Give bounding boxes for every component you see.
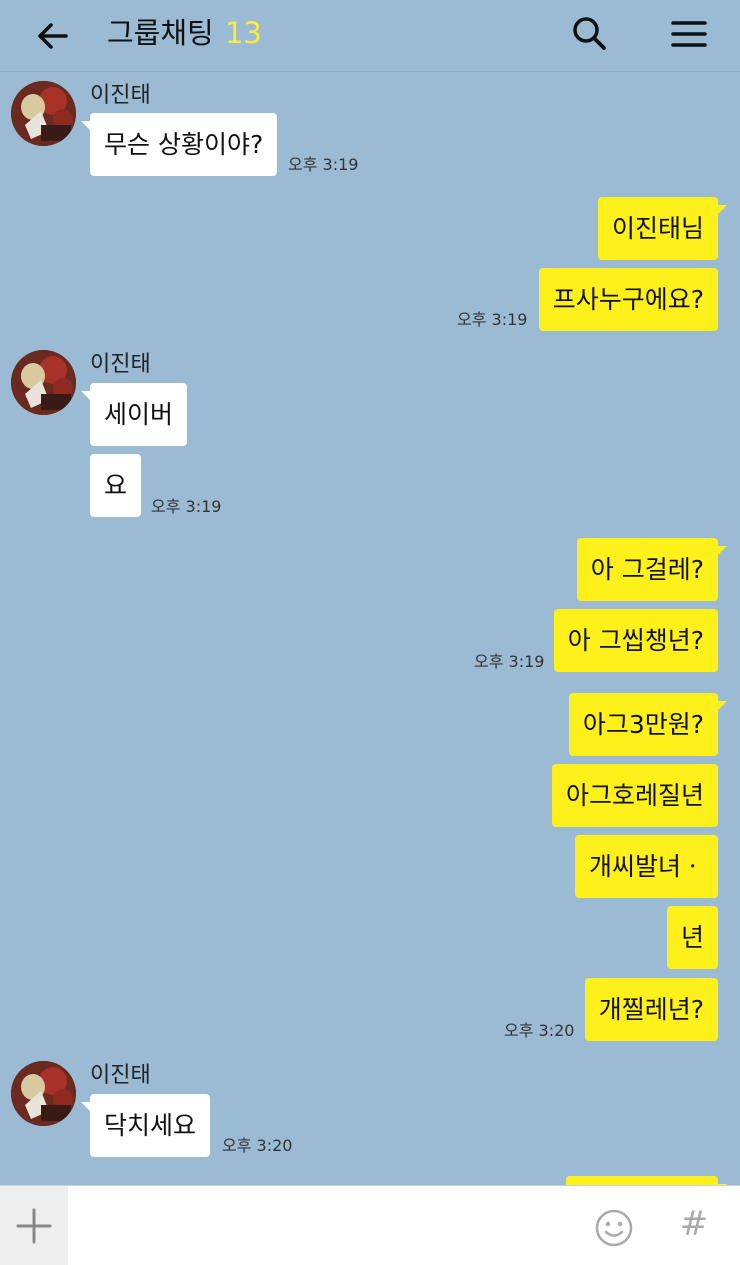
back-button[interactable] bbox=[26, 14, 78, 58]
outgoing-message-bubble[interactable]: 프사누구에요? bbox=[538, 268, 718, 331]
profile-picture-icon bbox=[11, 350, 76, 415]
chat-title-text: 그룹채팅 bbox=[107, 16, 214, 50]
message-timestamp: 오후 3:19 bbox=[151, 497, 222, 516]
profile-picture-icon bbox=[11, 81, 76, 146]
chat-header: 그룹채팅 13 bbox=[0, 0, 740, 72]
message-timestamp: 오후 3:20 bbox=[222, 1136, 293, 1155]
message-timestamp: 오후 3:20 bbox=[504, 1021, 575, 1040]
profile-picture-icon bbox=[11, 1061, 76, 1126]
incoming-message-bubble[interactable]: 닥치세요 bbox=[80, 1094, 211, 1157]
message-timestamp: 오후 3:19 bbox=[288, 155, 359, 174]
incoming-message-bubble[interactable]: 무슨 상황이야? bbox=[80, 113, 278, 176]
sender-avatar[interactable] bbox=[11, 350, 76, 415]
outgoing-message-bubble[interactable]: 아 그걸레? bbox=[576, 538, 728, 601]
plus-icon bbox=[16, 1208, 52, 1244]
outgoing-message-bubble[interactable]: 개씨발녀ㆍ bbox=[574, 835, 718, 898]
emoji-button[interactable] bbox=[592, 1206, 636, 1250]
sender-name: 이진태 bbox=[90, 83, 151, 108]
smiley-icon bbox=[595, 1209, 633, 1247]
incoming-message-bubble[interactable]: 세이버 bbox=[80, 383, 188, 446]
sender-name: 이진태 bbox=[90, 1063, 151, 1088]
outgoing-message-bubble-partial[interactable] bbox=[566, 1176, 727, 1185]
message-timestamp: 오후 3:19 bbox=[457, 310, 528, 329]
outgoing-message-bubble[interactable]: 년 bbox=[666, 906, 718, 969]
sender-name: 이진태 bbox=[90, 352, 151, 377]
sender-avatar[interactable] bbox=[11, 1061, 76, 1126]
outgoing-message-bubble[interactable]: 아 그씹챙년? bbox=[553, 609, 718, 672]
chat-message-list[interactable]: 이진태 무슨 상황이야? 오후 3:19 이진태님 프사누구에요? 오후 3:1… bbox=[0, 73, 740, 1185]
message-input[interactable] bbox=[80, 1196, 570, 1256]
hashtag-button[interactable]: # bbox=[676, 1202, 712, 1246]
search-icon bbox=[573, 17, 606, 50]
outgoing-message-bubble[interactable]: 이진태님 bbox=[597, 197, 728, 260]
hamburger-menu-icon bbox=[671, 21, 707, 47]
outgoing-message-bubble[interactable]: 아그호레질년 bbox=[551, 764, 718, 827]
outgoing-message-bubble[interactable]: 아그3만원? bbox=[568, 693, 728, 756]
outgoing-message-bubble[interactable]: 개찔레년? bbox=[584, 978, 718, 1041]
search-button[interactable] bbox=[566, 12, 614, 56]
message-input-bar: # bbox=[0, 1185, 740, 1265]
member-count: 13 bbox=[224, 16, 262, 50]
menu-button[interactable] bbox=[664, 12, 714, 56]
attach-button[interactable] bbox=[0, 1186, 68, 1265]
sender-avatar[interactable] bbox=[11, 81, 76, 146]
message-timestamp: 오후 3:19 bbox=[474, 652, 545, 671]
arrow-left-icon bbox=[38, 23, 68, 49]
chat-title: 그룹채팅 13 bbox=[107, 13, 262, 53]
incoming-message-bubble[interactable]: 요 bbox=[90, 454, 142, 517]
